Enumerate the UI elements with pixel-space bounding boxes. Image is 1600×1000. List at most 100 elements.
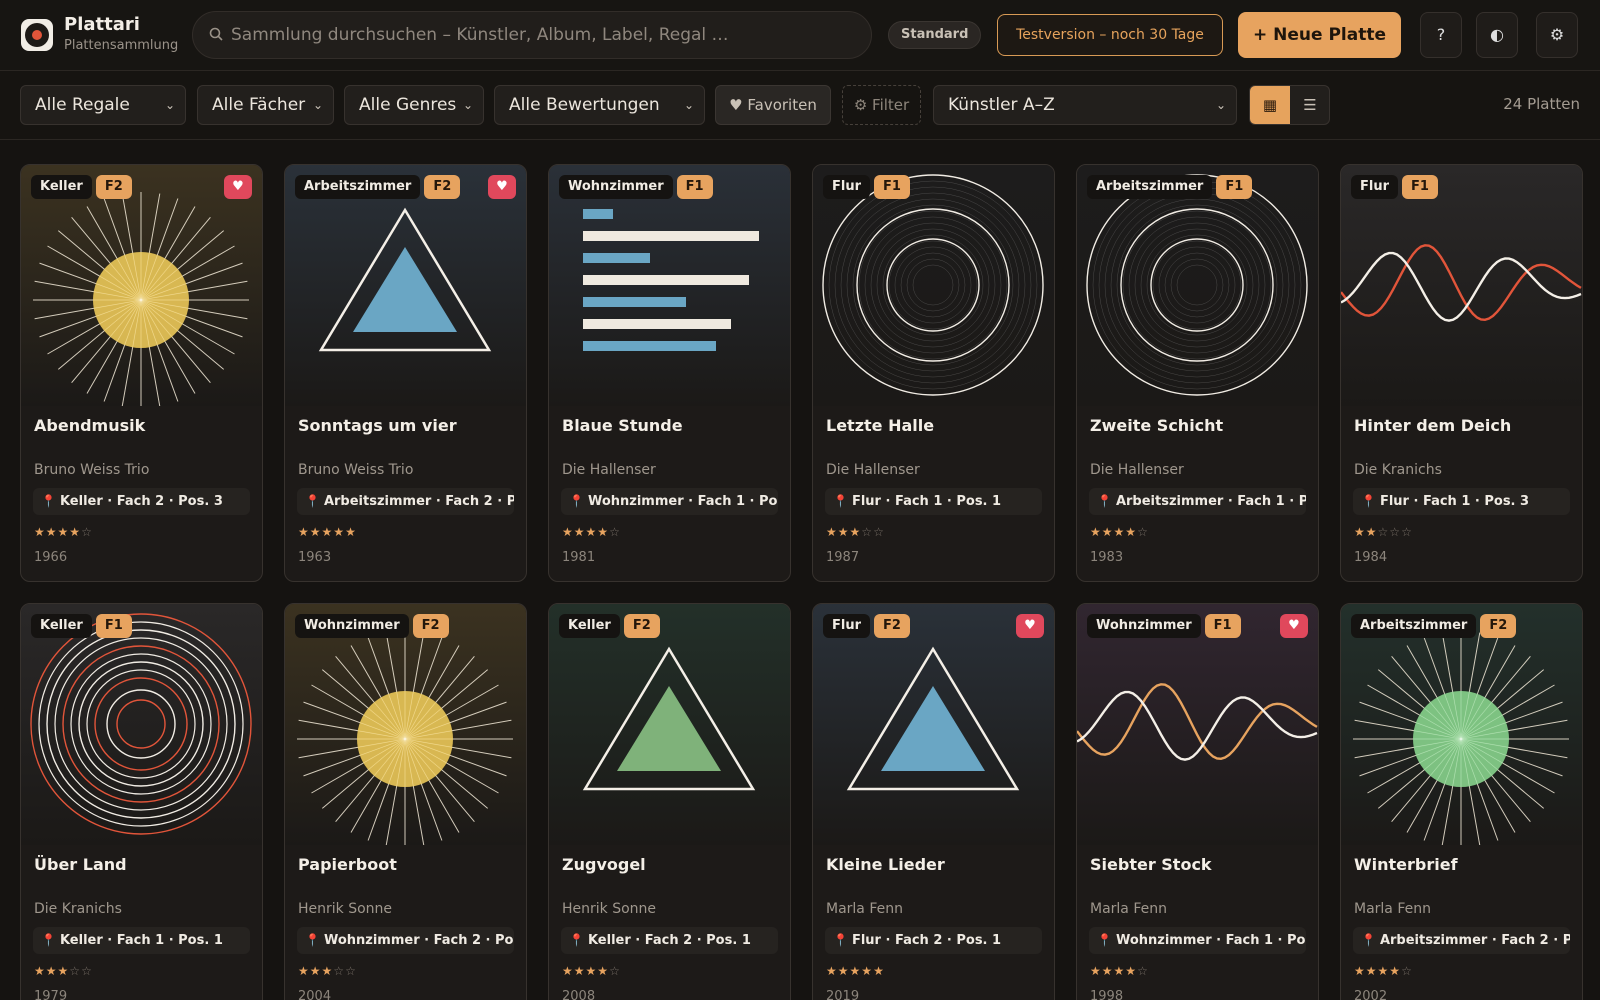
record-title: Über Land [34,855,127,874]
album-cover-art [1341,604,1582,845]
compartment-badge: F2 [412,614,449,638]
record-card[interactable]: Keller F1 Über Land Die Kranichs 📍 Keller · F… [20,603,263,1000]
record-year: 1998 [1090,989,1124,1000]
record-title: Zugvogel [562,855,646,874]
filter-button[interactable]: ⚙ Filter [842,85,921,125]
album-cover [549,604,790,845]
rating-stars: ★★☆☆☆ [1354,525,1413,539]
record-artist: Marla Fenn [1354,901,1431,917]
app-name: Plattari [64,14,140,35]
record-year: 1981 [562,550,596,565]
rating-select[interactable]: Alle Bewertungen ⌄ [494,85,705,125]
album-cover-art [549,604,790,845]
rating-stars: ★★★☆☆ [34,964,93,978]
record-artist: Bruno Weiss Trio [34,462,150,478]
chevron-down-icon: ⌄ [683,98,694,112]
favorites-filter-button[interactable]: ♥ Favoriten [715,85,831,125]
list-view-icon[interactable]: ☰ [1290,86,1329,124]
location-badges: Arbeitszimmer F2 [295,175,461,201]
record-card[interactable]: Arbeitszimmer F1 Zweite Schicht Die Hallens… [1076,164,1319,582]
location-bar: 📍 Keller · Fach 2 · Pos. 3 [33,488,250,515]
record-year: 2002 [1354,989,1388,1000]
mode-badge[interactable]: Standard [888,21,982,49]
record-year: 1963 [298,550,332,565]
album-cover [1341,604,1582,845]
record-card[interactable]: Arbeitszimmer F2 ♥ Sonntags um vier Bruno We… [284,164,527,582]
search-input[interactable] [231,12,851,58]
record-title: Abendmusik [34,416,146,435]
record-artist: Die Hallenser [1090,462,1184,478]
location-text: Keller · Fach 1 · Pos. 1 [59,933,223,948]
location-text: Wohnzimmer · Fach 1 · Pos. 2 [587,494,778,509]
record-card[interactable]: Keller F2 ♥ Abendmusik Bruno Weiss Trio 📍 Kell… [20,164,263,582]
settings-gear-icon[interactable]: ⚙ [1536,12,1578,58]
album-cover-art [285,165,526,406]
app-subtitle: Plattensammlung [64,38,179,53]
record-card[interactable]: Arbeitszimmer F2 Winterbrief Marla Fenn 📍 Arb… [1340,603,1583,1000]
compartment-badge: F1 [1402,175,1438,199]
rating-stars: ★★★★☆ [562,964,621,978]
location-bar: 📍 Flur · Fach 2 · Pos. 1 [825,927,1042,954]
record-card[interactable]: Flur F1 Letzte Halle Die Hallenser 📍 Flur · F… [812,164,1055,582]
chevron-down-icon: ⌄ [312,98,323,112]
record-artist: Marla Fenn [826,901,903,917]
filter-toolbar: Alle Regale ⌄ Alle Fächer ⌄ Alle Genres ⌄ A… [0,71,1600,140]
new-record-button[interactable]: + Neue Platte [1238,12,1401,58]
compartment-select[interactable]: Alle Fächer ⌄ [197,85,334,125]
view-toggle: ▦ ☰ [1249,85,1330,125]
record-year: 1983 [1090,550,1124,565]
trial-button[interactable]: Testversion – noch 30 Tage [997,14,1223,56]
record-title: Sonntags um vier [298,416,457,435]
chevron-down-icon: ⌄ [164,98,175,112]
record-card[interactable]: Wohnzimmer F1 Blaue Stunde Die Hallenser 📍 Wo… [548,164,791,582]
record-card[interactable]: Flur F1 Hinter dem Deich Die Kranichs 📍 Flur … [1340,164,1583,582]
album-cover-art [285,604,526,845]
record-card[interactable]: Wohnzimmer F1 ♥ Siebter Stock Marla Fenn 📍 Woh… [1076,603,1319,1000]
album-cover [813,165,1054,406]
help-button[interactable]: ? [1420,12,1462,58]
record-card[interactable]: Wohnzimmer F2 Papierboot Henrik Sonne 📍 Wohnz… [284,603,527,1000]
room-badge: Keller [559,614,620,638]
favorite-heart-icon[interactable]: ♥ [1280,614,1308,638]
location-bar: 📍Wohnzimmer · Fach 1 · Pos. 2 [561,488,778,515]
location-bar: 📍Wohnzimmer · Fach 2 · Pos. 2 [297,927,514,954]
room-badge: Flur [823,614,871,638]
favorite-heart-icon[interactable]: ♥ [1016,614,1044,638]
theme-toggle-icon[interactable]: ◐ [1476,12,1518,58]
app-header: Plattari Plattensammlung Standard Testve… [0,0,1600,71]
location-bar: 📍Arbeitszimmer · Fach 2 · Pos. 3 [1353,927,1570,954]
record-artist: Die Kranichs [1354,462,1442,478]
location-pin-icon: 📍 [305,494,320,508]
location-badges: Flur F2 [823,614,910,640]
location-pin-icon: 📍 [1361,494,1376,508]
location-pin-icon: 📍 [305,933,320,947]
location-bar: 📍 Flur · Fach 1 · Pos. 1 [825,488,1042,515]
location-pin-icon: 📍 [41,494,56,508]
search-bar[interactable] [192,11,872,59]
location-text: Arbeitszimmer · Fach 1 · Pos. 2 [1115,494,1306,509]
grid-view-icon[interactable]: ▦ [1250,86,1290,124]
album-cover-art [21,604,262,845]
album-cover-art [21,165,262,406]
record-title: Papierboot [298,855,397,874]
record-card[interactable]: Keller F2 Zugvogel Henrik Sonne 📍 Keller · Fa… [548,603,791,1000]
sort-select[interactable]: Künstler A–Z ⌄ [933,85,1237,125]
album-cover-art [813,165,1054,406]
location-text: Flur · Fach 1 · Pos. 3 [1379,494,1530,509]
location-text: Flur · Fach 2 · Pos. 1 [851,933,1002,948]
album-cover-art [813,604,1054,845]
favorite-heart-icon[interactable]: ♥ [488,175,516,199]
location-badges: Wohnzimmer F2 [295,614,449,640]
record-card[interactable]: Flur F2 ♥ Kleine Lieder Marla Fenn 📍 Flur · Fa… [812,603,1055,1000]
location-badges: Arbeitszimmer F2 [1351,614,1517,640]
record-year: 1984 [1354,550,1388,565]
location-text: Wohnzimmer · Fach 2 · Pos. 2 [323,933,514,948]
location-badges: Arbeitszimmer F1 [1087,175,1253,201]
rating-stars: ★★★☆☆ [826,525,885,539]
compartment-badge: F1 [1204,614,1241,638]
shelf-select[interactable]: Alle Regale ⌄ [20,85,186,125]
album-cover-art [549,165,790,406]
favorite-heart-icon[interactable]: ♥ [224,175,252,199]
genre-select[interactable]: Alle Genres ⌄ [344,85,484,125]
record-artist: Henrik Sonne [298,901,393,917]
